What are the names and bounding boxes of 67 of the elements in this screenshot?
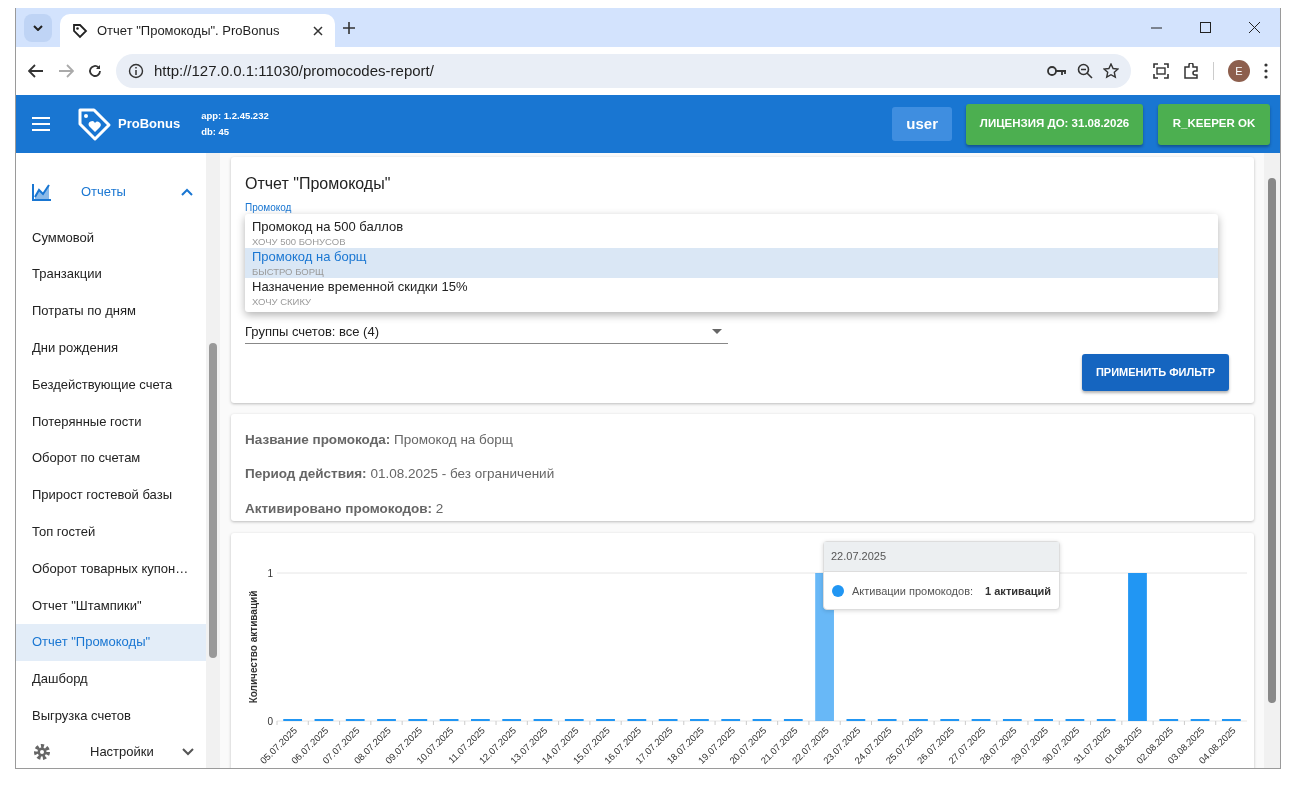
scrollbar-thumb[interactable] — [209, 343, 217, 658]
sidebar-item[interactable]: Дашборд — [16, 660, 206, 698]
screenshot-icon[interactable] — [1153, 63, 1169, 79]
sidebar-item[interactable]: Топ гостей — [16, 513, 206, 551]
summary-line: Период действия: 01.08.2025 - без ограничений — [245, 465, 556, 484]
maximize-icon[interactable] — [1200, 22, 1211, 33]
sidebar-item[interactable]: Отчет "Промокоды" — [16, 623, 206, 661]
tab-list-icon[interactable] — [33, 24, 43, 31]
sidebar-item[interactable]: Отчет "Штампики" — [16, 586, 206, 624]
sidebar-item[interactable]: Потерянные гости — [16, 403, 206, 440]
dropdown-option[interactable]: Промокод на 500 баллов ХОЧУ 500 БОНУСОВ — [245, 218, 1218, 248]
star-icon[interactable] — [1103, 63, 1119, 79]
field-label: Промокод — [245, 202, 293, 214]
dropdown-option[interactable]: Назначение временной скидки 15% ХОЧУ СКИКУ — [245, 278, 1218, 308]
apply-button[interactable]: ПРИМЕНИТЬ ФИЛЬТР — [1081, 354, 1229, 391]
sidebar-item[interactable]: Оборот товарных купон… — [16, 550, 206, 587]
sidebar-item[interactable]: Оборот по счетам — [16, 439, 206, 477]
back-icon[interactable] — [28, 64, 44, 78]
reload-icon[interactable] — [88, 64, 102, 78]
report-title: Отчет "Промокоды" — [245, 174, 392, 194]
chart-icon — [32, 183, 52, 201]
browser-tab[interactable]: Отчет "Промокоды". ProBonus — [60, 14, 335, 47]
scrollbar-thumb[interactable] — [1268, 178, 1276, 703]
caret-icon — [712, 329, 722, 334]
label-colon: : — [970, 584, 974, 597]
menu-icon[interactable] — [32, 117, 50, 131]
tick-label: 0 — [267, 716, 273, 727]
summary-line: Название промокода: Промокод на борщ — [245, 431, 514, 449]
info-icon — [128, 63, 144, 79]
gear-icon — [32, 742, 52, 763]
chevron-up-icon — [181, 188, 193, 196]
tooltip: 22.07.2025 Активации промокодов: 1 активаций — [823, 541, 1061, 610]
sidebar-item[interactable]: Суммовой — [16, 219, 206, 256]
address-bar[interactable]: http://127.0.0.1:11030/promocodes-report/ — [116, 54, 1131, 88]
app-version: app: 1.2.45.232 — [201, 109, 269, 123]
forward-icon[interactable] — [58, 64, 74, 78]
sidebar-item[interactable]: Транзакции — [16, 255, 206, 293]
sidebar-item[interactable]: Потраты по дням — [16, 292, 206, 330]
profile-avatar[interactable]: E — [1228, 60, 1250, 82]
puzzle-icon[interactable] — [1183, 63, 1199, 79]
sidebar-item[interactable]: Прирост гостевой базы — [16, 476, 206, 514]
tick-label: 1 — [267, 568, 273, 579]
sidebar-section[interactable]: Настройки — [16, 734, 206, 768]
new-tab-icon[interactable] — [343, 21, 355, 34]
db-version: db: 45 — [201, 125, 231, 139]
brand-name: ProBonus — [118, 115, 181, 134]
summary-line: Активировано промокодов: 2 — [245, 499, 445, 518]
tag-icon — [72, 22, 88, 39]
sidebar-item[interactable]: Бездействующие счета — [16, 366, 206, 403]
key-icon[interactable] — [1047, 65, 1067, 77]
tab-title: Отчет "Промокоды". ProBonus — [97, 21, 281, 40]
section-label: Настройки — [90, 743, 155, 762]
close-icon[interactable] — [1249, 22, 1260, 33]
sidebar-section[interactable]: Отчеты — [16, 165, 206, 219]
select-field[interactable]: Группы счетов: все (4) — [245, 320, 728, 344]
close-icon[interactable] — [313, 25, 323, 36]
url-text: http://127.0.0.1:11030/promocodes-report/ — [154, 60, 435, 81]
section-label: Отчеты — [81, 183, 127, 202]
axis-title: Количество активаций — [248, 590, 259, 704]
chevron-down-icon — [182, 748, 194, 757]
sidebar-item[interactable]: Выгрузка счетов — [16, 697, 206, 735]
sidebar-item[interactable]: Дни рождения — [16, 329, 206, 367]
zoom-icon[interactable] — [1077, 63, 1093, 79]
dropdown-option[interactable]: Промокод на борщ БЫСТРО БОРЩ — [245, 248, 1218, 278]
legend-label: Активации промокодов — [852, 584, 970, 597]
more-icon[interactable] — [1264, 63, 1268, 79]
logo-icon — [76, 106, 112, 142]
